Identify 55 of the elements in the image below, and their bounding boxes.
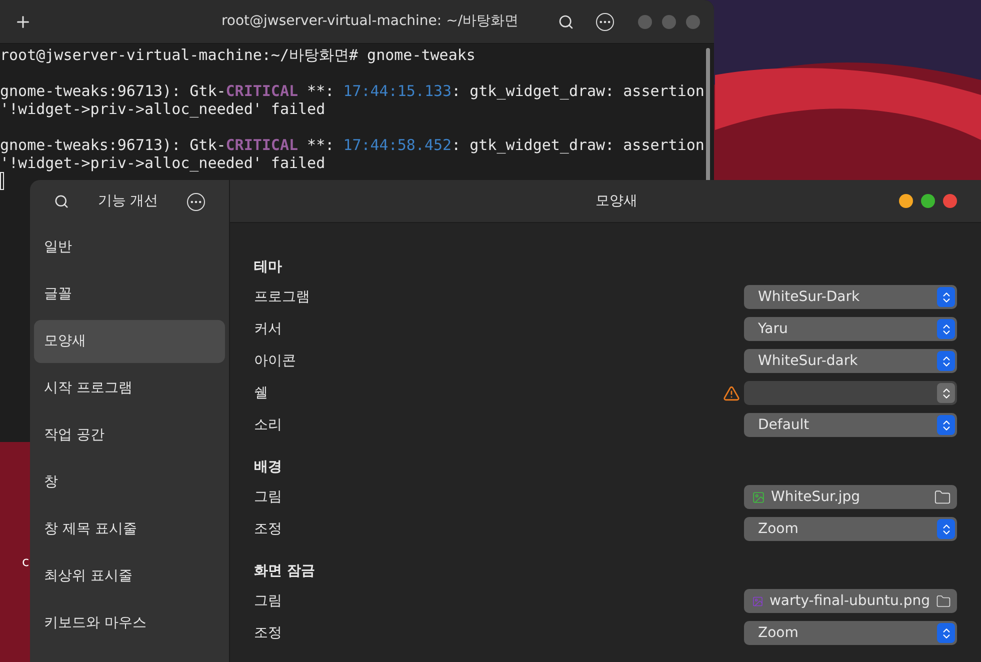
sidebar-item[interactable]: 창 [34, 461, 225, 504]
sidebar-item[interactable]: 모양새 [34, 320, 225, 363]
setting-label: 조정 [254, 624, 283, 642]
chevrons-up-down-icon [937, 623, 955, 643]
app-title: 기능 개선 [96, 192, 160, 211]
file-chooser-button[interactable]: WhiteSur.jpg [744, 485, 957, 509]
close-button[interactable] [943, 194, 957, 208]
sidebar-item[interactable]: 최상위 표시줄 [34, 555, 225, 598]
chevrons-up-down-icon [937, 287, 955, 307]
chevrons-up-down-icon [937, 383, 955, 403]
sidebar-item[interactable]: 시작 프로그램 [34, 367, 225, 410]
page-title: 모양새 [594, 192, 638, 210]
sidebar-item[interactable]: 일반 [34, 226, 225, 269]
folder-icon [934, 488, 951, 506]
chevrons-up-down-icon [937, 415, 955, 435]
desktop-icon-label: c [22, 554, 30, 572]
chevrons-up-down-icon [937, 351, 955, 371]
sidebar-item[interactable]: 키보드와 마우스 [34, 602, 225, 645]
folder-icon [936, 592, 951, 610]
dropdown[interactable]: WhiteSur-dark [744, 349, 957, 373]
setting-label: 그림 [254, 592, 283, 610]
menu-icon[interactable] [596, 12, 614, 30]
terminal-line: '!widget->priv->alloc_needed' failed [0, 154, 326, 172]
dropdown[interactable]: Yaru [744, 317, 957, 341]
setting-label: 쉘 [254, 384, 269, 402]
setting-label: 프로그램 [254, 288, 311, 306]
menu-icon[interactable] [187, 192, 205, 210]
maximize-button[interactable] [921, 194, 935, 208]
terminal-line: '!widget->priv->alloc_needed' failed [0, 100, 326, 118]
setting-label: 커서 [254, 320, 283, 338]
setting-label: 조정 [254, 520, 283, 538]
window-title: root@jwserver-virtual-machine: ~/바탕화면 [220, 12, 520, 31]
section-title: 배경 [254, 458, 283, 477]
sidebar-item[interactable]: 작업 공간 [34, 414, 225, 457]
dropdown[interactable]: WhiteSur-Dark [744, 285, 957, 309]
dropdown[interactable]: Zoom [744, 621, 957, 645]
terminal-line: root@jwserver-virtual-machine:~/바탕화면# gnome-tweaks [0, 46, 476, 64]
terminal-line: gnome-tweaks:96713): Gtk-CRITICAL **: 17:44:58.452: gtk_widget_draw: assertion [0, 136, 706, 154]
file-chooser-button[interactable]: warty-final-ubuntu.png [744, 589, 957, 613]
setting-label: 아이콘 [254, 352, 297, 370]
dropdown[interactable]: Zoom [744, 517, 957, 541]
setting-label: 그림 [254, 488, 283, 506]
terminal-line: gnome-tweaks:96713): Gtk-CRITICAL **: 17:44:15.133: gtk_widget_draw: assertion [0, 82, 706, 100]
dropdown[interactable]: Default [744, 413, 957, 437]
setting-label: 소리 [254, 416, 283, 434]
sidebar-item[interactable]: 창 제목 표시줄 [34, 508, 225, 551]
sidebar-item[interactable]: 글꼴 [34, 273, 225, 316]
chevrons-up-down-icon [937, 519, 955, 539]
section-title: 화면 잠금 [254, 562, 316, 581]
cursor-icon [0, 172, 4, 190]
section-title: 테마 [254, 258, 283, 277]
search-icon[interactable] [558, 14, 574, 30]
chevrons-up-down-icon [937, 319, 955, 339]
search-icon[interactable] [54, 194, 69, 209]
minimize-button[interactable] [899, 194, 913, 208]
